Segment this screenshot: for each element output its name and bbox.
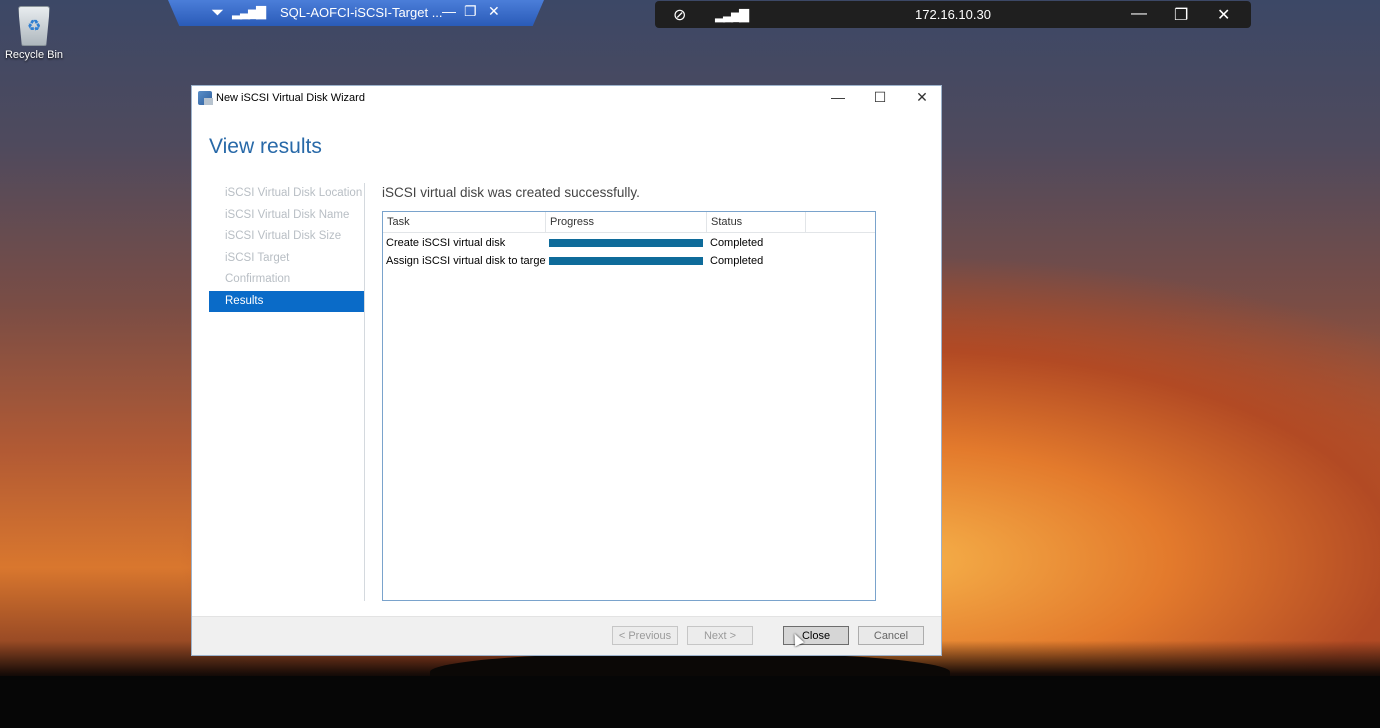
step-name[interactable]: iSCSI Virtual Disk Name bbox=[209, 205, 364, 227]
column-blank bbox=[806, 212, 876, 232]
table-row[interactable]: Assign iSCSI virtual disk to target Comp… bbox=[383, 252, 875, 270]
progress-fill bbox=[549, 239, 703, 247]
pin-icon[interactable]: ⏷ bbox=[212, 4, 223, 21]
task-cell: Assign iSCSI virtual disk to target bbox=[386, 255, 546, 267]
step-target[interactable]: iSCSI Target bbox=[209, 248, 364, 270]
step-confirmation[interactable]: Confirmation bbox=[209, 269, 364, 291]
minimize-icon[interactable]: — bbox=[442, 3, 456, 19]
restore-icon[interactable]: ❐ bbox=[1174, 5, 1188, 25]
cancel-button[interactable]: Cancel bbox=[858, 626, 924, 645]
wizard-app-icon bbox=[198, 91, 213, 105]
minimize-icon[interactable]: — bbox=[1131, 5, 1147, 23]
minimize-icon[interactable]: — bbox=[823, 89, 853, 105]
close-icon[interactable]: ✕ bbox=[488, 3, 500, 20]
recycle-bin-label: Recycle Bin bbox=[4, 49, 64, 61]
status-cell: Completed bbox=[710, 237, 764, 249]
maximize-icon[interactable]: ☐ bbox=[865, 89, 895, 106]
column-status[interactable]: Status bbox=[707, 212, 806, 232]
unpin-icon[interactable]: ⊘ bbox=[673, 5, 686, 25]
progress-bar bbox=[549, 257, 703, 265]
next-button[interactable]: Next > bbox=[687, 626, 753, 645]
remote-desktop-toolbar: ⊘ ▂▃▅▇ 172.16.10.30 — ❐ ✕ bbox=[655, 1, 1251, 28]
wizard-window: New iSCSI Virtual Disk Wizard — ☐ ✕ View… bbox=[191, 85, 942, 656]
column-task[interactable]: Task bbox=[383, 212, 546, 232]
rdp-connection-bar: ⏷ ▂▃▅▇ SQL-AOFCI-iSCSI-Target ... — ❐ ✕ bbox=[168, 0, 544, 26]
remote-address: 172.16.10.30 bbox=[915, 7, 991, 22]
signal-icon[interactable]: ▂▃▅▇ bbox=[232, 4, 266, 20]
steps-divider bbox=[364, 183, 365, 601]
close-icon[interactable]: ✕ bbox=[1217, 5, 1230, 25]
close-icon[interactable]: ✕ bbox=[907, 89, 937, 106]
table-row[interactable]: Create iSCSI virtual disk Completed bbox=[383, 234, 875, 252]
wizard-footer: < Previous Next > Close Cancel bbox=[192, 616, 941, 655]
column-progress[interactable]: Progress bbox=[546, 212, 707, 232]
recycle-bin-icon bbox=[18, 6, 50, 46]
rdp-title: SQL-AOFCI-iSCSI-Target ... bbox=[280, 5, 443, 20]
result-message: iSCSI virtual disk was created successfu… bbox=[382, 185, 640, 200]
previous-button[interactable]: < Previous bbox=[612, 626, 678, 645]
restore-icon[interactable]: ❐ bbox=[464, 3, 477, 20]
step-results[interactable]: Results bbox=[209, 290, 364, 312]
recycle-bin-shortcut[interactable]: Recycle Bin bbox=[4, 6, 64, 61]
results-table[interactable]: Task Progress Status Create iSCSI virtua… bbox=[382, 211, 876, 601]
progress-bar bbox=[549, 239, 703, 247]
results-table-header: Task Progress Status bbox=[383, 212, 875, 233]
wizard-steps: iSCSI Virtual Disk Location iSCSI Virtua… bbox=[209, 183, 364, 312]
ground-strip bbox=[0, 676, 1380, 728]
page-title: View results bbox=[209, 135, 322, 158]
progress-fill bbox=[549, 257, 703, 265]
task-cell: Create iSCSI virtual disk bbox=[386, 237, 506, 249]
connection-quality-icon[interactable]: ▂▃▅▇ bbox=[715, 7, 749, 23]
status-cell: Completed bbox=[710, 255, 764, 267]
window-titlebar[interactable]: New iSCSI Virtual Disk Wizard — ☐ ✕ bbox=[192, 86, 941, 110]
step-location[interactable]: iSCSI Virtual Disk Location bbox=[209, 183, 364, 205]
window-title: New iSCSI Virtual Disk Wizard bbox=[216, 92, 365, 104]
step-size[interactable]: iSCSI Virtual Disk Size bbox=[209, 226, 364, 248]
